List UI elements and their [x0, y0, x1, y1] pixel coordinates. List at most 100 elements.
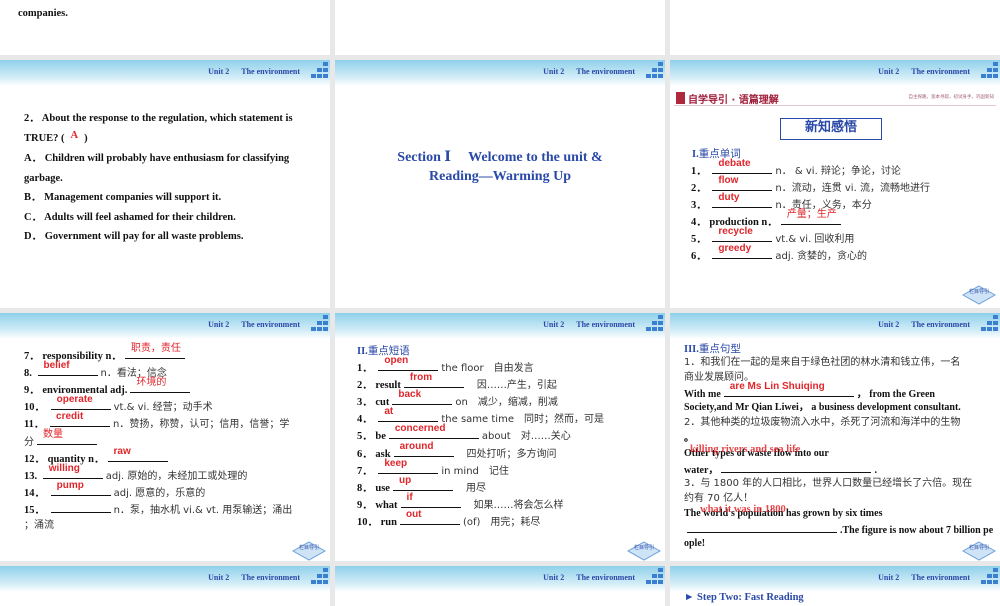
item-suffix: on 减少，缩减，削减	[455, 397, 558, 409]
item-prefix: 3．与 1800 年的人口相比，世界人口数量已经增长了六倍。现在	[684, 477, 973, 489]
header-title: Unit 2 The environment	[208, 320, 300, 329]
heading-num: I.	[692, 149, 699, 160]
item-suffix: adj. 贪婪的，贪心的	[775, 251, 867, 262]
nav-guide-label: 栏目导引	[968, 545, 989, 551]
topic-label: The environment	[911, 573, 970, 582]
slide-question[interactable]: Unit 2 The environment 2． About the respon…	[0, 60, 330, 308]
box-title-text: 新知感悟	[804, 120, 857, 135]
question-answer: A	[70, 130, 79, 141]
answer-text: 环境的	[136, 377, 167, 389]
slide-next-1[interactable]: Unit 2 The environment	[0, 566, 330, 606]
slide-header: Unit 2 The environment	[670, 566, 1000, 592]
slide-sentences[interactable]: Unit 2 The environment III.重点句型 1．和我们在一起的是来…	[670, 313, 1000, 561]
item-suffix: in mind 记住	[441, 465, 509, 477]
answer-blank	[687, 522, 837, 534]
item-suffix: 如果……将会怎么样	[463, 499, 564, 511]
item-suffix: n． & vi. 辩论；争论，讨论	[775, 166, 901, 177]
item-suffix: .	[874, 464, 877, 476]
item-prefix: With me	[684, 389, 721, 401]
item-number: 8.	[24, 368, 32, 380]
slide-prev-3[interactable]	[670, 0, 1000, 55]
topic-label: The environment	[576, 67, 635, 76]
slide-header: Unit 2 The environment	[0, 313, 330, 339]
list-item: 15． n．泵，抽水机 vi.& vt. 用泵输送；涌出	[24, 502, 322, 518]
answer-text: operate	[56, 394, 93, 406]
option-3[interactable]: C． Adults will feel ashamed for their ch…	[24, 211, 322, 225]
slide-next-3[interactable]: Unit 2 The environment ► Step Two: Fast Re…	[670, 566, 1000, 606]
item-prefix: use	[375, 482, 390, 494]
slide-prev-2[interactable]	[335, 0, 665, 55]
answer-blank: back	[392, 389, 453, 406]
slide-vocab-1[interactable]: Unit 2 The environment 自学导引 · 语篇理解 自主探路，宽本寻…	[670, 60, 1000, 308]
answer-blank: pump	[50, 480, 111, 496]
nav-guide-button[interactable]: 栏目导引	[627, 541, 661, 561]
slide-header: Unit 2 The environment	[670, 313, 1000, 339]
item-number: 4．	[691, 217, 707, 228]
option-2[interactable]: B． Management companies will support it.	[24, 191, 322, 205]
answer-text: flow	[718, 175, 739, 186]
list-item: water，.	[684, 462, 992, 478]
item-suffix: vt.& vi. 回收利用	[775, 234, 855, 245]
slide-text: companies.	[18, 8, 68, 19]
slide-next-2[interactable]: Unit 2 The environment	[335, 566, 665, 606]
header-title: Unit 2 The environment	[543, 320, 635, 329]
slide-prev-1[interactable]: companies.	[0, 0, 330, 55]
answer-text: credit	[56, 411, 84, 423]
unit-label: Unit 2	[878, 67, 900, 76]
answer-blank: raw	[107, 446, 168, 462]
answer-text: belief	[43, 360, 70, 372]
item-number: 4．	[357, 414, 373, 426]
answer-text: out	[405, 508, 422, 520]
slide-section-title[interactable]: Unit 2 The environment Section Ⅰ Welcome t…	[335, 60, 665, 308]
header-title: Unit 2 The environment	[878, 67, 970, 76]
topic-label: The environment	[576, 320, 635, 329]
slide-header: Unit 2 The environment	[335, 60, 665, 86]
unit-label: Unit 2	[208, 573, 230, 582]
item-prefix: water，	[684, 464, 719, 476]
nav-guide-button[interactable]: 栏目导引	[962, 285, 996, 305]
list-item: 3． duty n．责任，义务，本分	[691, 192, 992, 213]
nav-guide-button[interactable]: 栏目导引	[292, 541, 326, 561]
answer-blank: up	[392, 475, 453, 491]
step-heading: ► Step Two: Fast Reading	[684, 592, 804, 603]
sentence-heading: III.重点句型	[684, 341, 741, 356]
answer-text: recycle	[718, 226, 753, 237]
answer-text: at	[384, 406, 394, 418]
topic-label: The environment	[576, 573, 635, 582]
list-item: ople!	[684, 537, 992, 551]
answer-blank: recycle	[712, 226, 773, 242]
item-number: 5．	[691, 234, 707, 245]
item-suffix: adj. 原始的，未经加工或处理的	[105, 470, 248, 482]
option-1[interactable]: garbage.	[24, 172, 322, 186]
logo-blocks-icon	[980, 62, 998, 78]
item-suffix: the floor 自由发言	[441, 363, 534, 374]
logo-blocks-icon	[645, 62, 663, 78]
slide-header: Unit 2 The environment	[0, 566, 330, 592]
option-4[interactable]: D． Government will pay for all waste pro…	[24, 230, 322, 244]
answer-text: are Ms Lin Shuiqing	[729, 381, 825, 393]
slide-vocab-2[interactable]: Unit 2 The environment 7． responsibility n…	[0, 313, 330, 561]
answer-text: greedy	[718, 243, 752, 254]
answer-blank: greedy	[712, 243, 773, 259]
item-suffix: 用尽	[455, 482, 486, 494]
answer-blank: 环境的	[130, 377, 191, 394]
answer-blank: open	[378, 355, 439, 371]
item-prefix: result	[375, 380, 401, 392]
item-number: 5．	[357, 431, 373, 443]
logo-blocks-icon	[310, 568, 328, 584]
list-item: 3．与 1800 年的人口相比，世界人口数量已经增长了六倍。现在	[684, 477, 992, 491]
item-prefix: be	[375, 431, 386, 443]
item-prefix: Society,and Mr Qian Liwei， a business de…	[684, 402, 961, 414]
item-suffix: (of) 用完；耗尽	[462, 516, 541, 528]
nav-guide-button[interactable]: 栏目导引	[962, 541, 996, 561]
nav-guide-label: 栏目导引	[633, 545, 654, 551]
topic-label: The environment	[241, 573, 300, 582]
banner-icon	[676, 92, 685, 104]
slide-phrases[interactable]: Unit 2 The environment II.重点短语 1． open the f…	[335, 313, 665, 561]
header-title: Unit 2 The environment	[878, 320, 970, 329]
item-suffix: n．泵，抽水机 vi.& vt. 用泵输送；涌出	[113, 504, 293, 516]
item-suffix: the same time 同时；然而，可是	[441, 414, 604, 426]
answer-blank: flow	[712, 175, 773, 191]
option-0[interactable]: A． Children will probably have enthusias…	[24, 152, 322, 166]
list-item: Society,and Mr Qian Liwei， a business de…	[684, 401, 992, 415]
